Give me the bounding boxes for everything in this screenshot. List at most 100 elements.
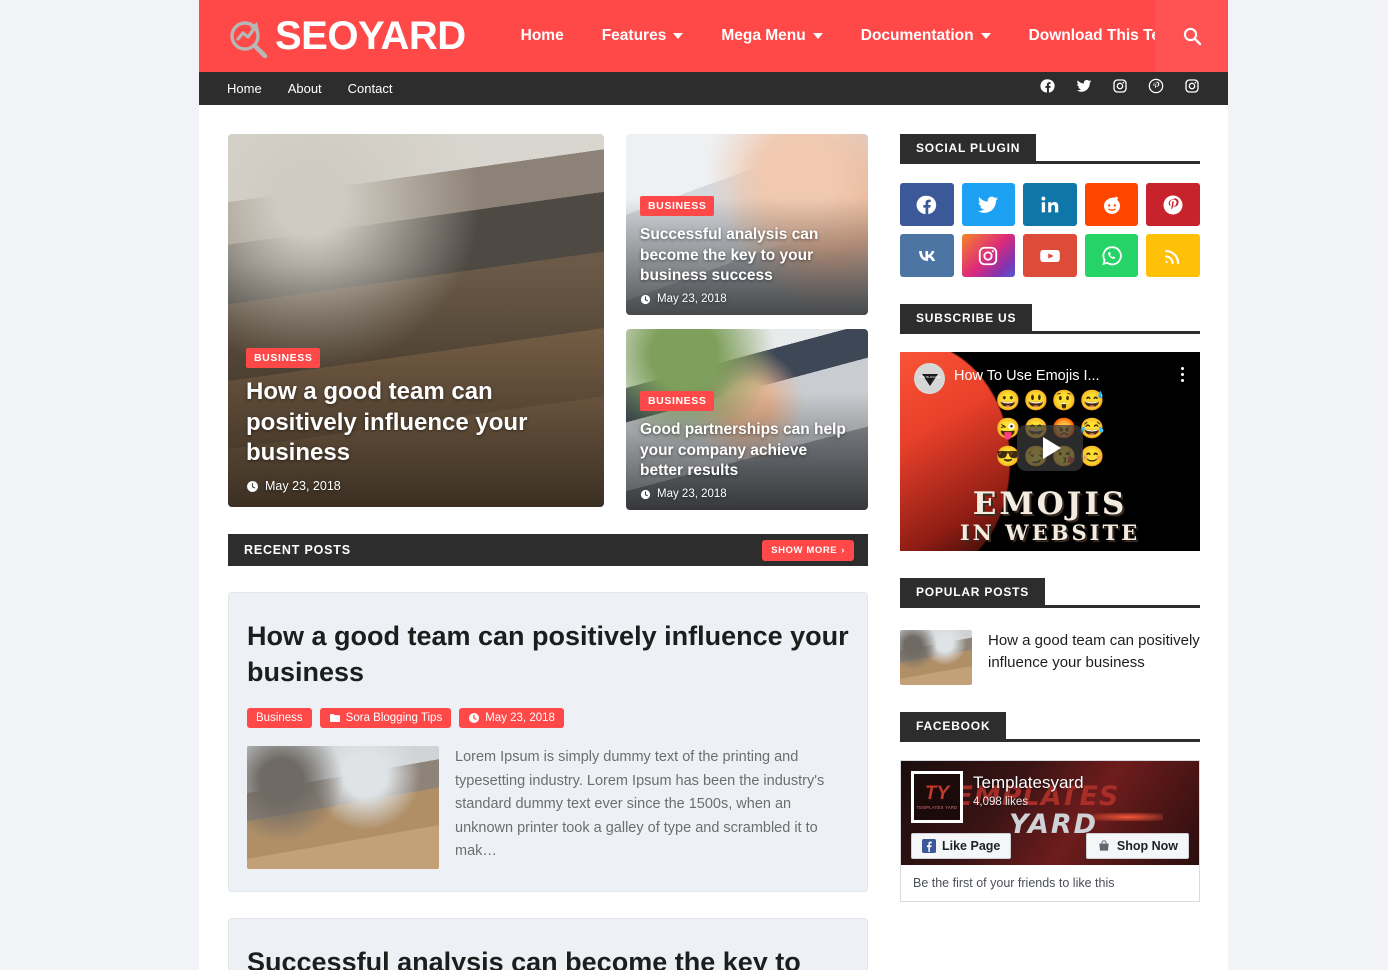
play-button[interactable]	[1017, 425, 1083, 471]
site-logo[interactable]: SEOYARD	[199, 14, 466, 59]
category-badge[interactable]: BUSINESS	[640, 196, 715, 217]
youtube-icon[interactable]	[1023, 234, 1077, 277]
pinterest-icon[interactable]	[1146, 183, 1200, 226]
featured-post-primary[interactable]: BUSINESS How a good team can positively …	[228, 134, 604, 507]
subnav-item-about[interactable]: About	[288, 81, 322, 96]
featured-post-secondary[interactable]: BUSINESS Successful analysis can become …	[626, 134, 868, 315]
featured-secondary-list: BUSINESS Successful analysis can become …	[626, 134, 868, 510]
folder-icon	[329, 714, 340, 723]
like-page-button[interactable]: Like Page	[911, 833, 1012, 859]
rss-icon[interactable]	[1146, 234, 1200, 277]
subnav-item-home[interactable]: Home	[227, 81, 262, 96]
post-category-tag[interactable]: Business	[247, 708, 312, 729]
secondary-navigation: Home About Contact	[199, 72, 1228, 105]
featured-caption: BUSINESS Successful analysis can become …	[626, 186, 868, 315]
subnav-item-contact[interactable]: Contact	[348, 81, 393, 96]
video-overlay-line2: IN WEBSITE	[959, 520, 1141, 545]
main-navigation: Home Features Mega Menu Documentation Do…	[502, 27, 1229, 45]
avatar-initials: TY	[924, 783, 950, 804]
post-excerpt: Lorem Ipsum is simply dummy text of the …	[455, 749, 825, 860]
facebook-page-name: Templatesyard	[973, 773, 1084, 792]
post-card[interactable]: Successful analysis can become the key t…	[228, 918, 868, 970]
nav-label: Home	[520, 27, 564, 44]
instagram-icon[interactable]	[1184, 78, 1200, 99]
show-more-label: SHOW MORE	[771, 544, 838, 556]
date-text: May 23, 2018	[657, 488, 727, 500]
date-text: May 23, 2018	[657, 293, 727, 305]
facebook-button-row: Like Page Shop Now	[901, 833, 1199, 859]
shop-bag-icon	[1099, 840, 1109, 851]
popular-post-item[interactable]: How a good team can positively influence…	[900, 630, 1200, 685]
widget-facebook: FACEBOOK TEMPLATES YARD TY TEMPLATES YAR…	[900, 712, 1200, 902]
avatar: TY TEMPLATES YARD	[911, 771, 963, 823]
play-icon	[1043, 437, 1061, 459]
widget-title: POPULAR POSTS	[900, 578, 1046, 605]
widget-subscribe: SUBSCRIBE US LIVE BLOGGER How To Use Emo…	[900, 304, 1200, 551]
page-root: SEOYARD Home Features Mega Menu Document…	[0, 0, 1388, 970]
featured-title: Successful analysis can become the key t…	[640, 226, 819, 285]
facebook-cover-image: TEMPLATES YARD TY TEMPLATES YARD Templat…	[901, 761, 1199, 865]
nav-item-features[interactable]: Features	[583, 27, 703, 45]
popular-post-thumbnail	[900, 630, 972, 685]
tag-label: Sora Blogging Tips	[345, 712, 443, 725]
chevron-down-icon	[980, 33, 991, 39]
chevron-right-icon: ›	[841, 544, 845, 556]
tag-label: Business	[256, 712, 303, 725]
nav-item-documentation[interactable]: Documentation	[842, 27, 1010, 45]
clock-icon	[247, 480, 258, 492]
post-label-tag[interactable]: Sora Blogging Tips	[319, 708, 452, 729]
featured-date: May 23, 2018	[640, 488, 854, 500]
facebook-like-count: 4,098 likes	[973, 796, 1028, 808]
shop-now-button[interactable]: Shop Now	[1085, 833, 1189, 859]
widget-header: SUBSCRIBE US	[900, 304, 1200, 334]
featured-post-secondary[interactable]: BUSINESS Good partnerships can help your…	[626, 329, 868, 510]
widget-popular-posts: POPULAR POSTS How a good team can positi…	[900, 578, 1200, 685]
linkedin-icon[interactable]	[1023, 183, 1077, 226]
facebook-icon[interactable]	[1040, 78, 1056, 99]
facebook-page-plugin: TEMPLATES YARD TY TEMPLATES YARD Templat…	[900, 760, 1200, 902]
chevron-down-icon	[673, 33, 684, 39]
thumbnail-image	[247, 746, 439, 870]
nav-item-mega-menu[interactable]: Mega Menu	[702, 27, 841, 45]
pinterest-icon[interactable]	[1148, 78, 1164, 99]
channel-avatar[interactable]: LIVE BLOGGER	[914, 363, 945, 394]
recent-posts-title: RECENT POSTS	[244, 543, 351, 557]
category-badge[interactable]: BUSINESS	[640, 391, 715, 412]
svg-text:LIVE BLOGGER: LIVE BLOGGER	[918, 375, 941, 379]
widget-header: FACEBOOK	[900, 712, 1200, 742]
nav-label: Features	[601, 27, 667, 44]
instagram-icon[interactable]	[961, 234, 1016, 277]
twitter-icon[interactable]	[961, 183, 1016, 226]
reddit-icon[interactable]	[1084, 183, 1139, 226]
logo-text: SEOYARD	[275, 14, 466, 58]
more-options-icon[interactable]	[1181, 367, 1184, 382]
featured-caption: BUSINESS Good partnerships can help your…	[626, 381, 868, 510]
whatsapp-icon[interactable]	[1084, 234, 1139, 277]
date-text: May 23, 2018	[265, 479, 341, 493]
post-card[interactable]: How a good team can positively influence…	[228, 592, 868, 893]
clock-icon	[640, 489, 651, 499]
popular-post-title: How a good team can positively influence…	[988, 632, 1200, 672]
like-page-label: Like Page	[942, 839, 1001, 853]
widget-title: SUBSCRIBE US	[900, 304, 1033, 331]
post-date-tag[interactable]: May 23, 2018	[459, 708, 564, 729]
featured-posts: BUSINESS How a good team can positively …	[228, 134, 868, 510]
vk-icon[interactable]	[900, 234, 954, 277]
video-overlay-line1: EMOJIS	[972, 486, 1128, 522]
youtube-video-embed[interactable]: LIVE BLOGGER How To Use Emojis I... 😀 😃 😲 😅…	[900, 352, 1200, 551]
widget-title: FACEBOOK	[900, 712, 1007, 739]
instagram-icon[interactable]	[1112, 78, 1128, 99]
category-badge[interactable]: BUSINESS	[246, 347, 321, 368]
search-icon	[1183, 27, 1201, 46]
shop-now-label: Shop Now	[1116, 839, 1178, 853]
post-meta: Business Sora Blogging Tips May 23, 2018	[247, 708, 849, 729]
video-title: How To Use Emojis I...	[954, 368, 1100, 384]
nav-item-home[interactable]: Home	[502, 27, 583, 45]
widget-social-plugin: SOCIAL PLUGIN	[900, 134, 1200, 277]
twitter-icon[interactable]	[1076, 78, 1092, 99]
post-thumbnail[interactable]	[247, 746, 439, 870]
cover-glow	[1093, 813, 1163, 821]
search-button[interactable]	[1155, 0, 1228, 72]
facebook-icon[interactable]	[900, 183, 954, 226]
show-more-button[interactable]: SHOW MORE ›	[762, 539, 854, 561]
